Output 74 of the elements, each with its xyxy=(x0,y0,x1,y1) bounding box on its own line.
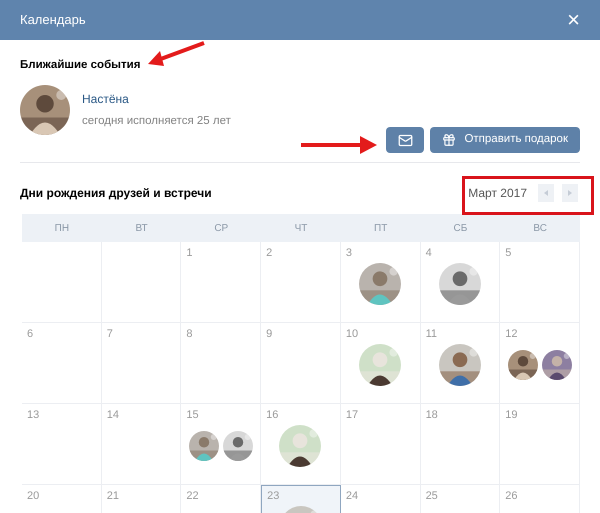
day-number: 19 xyxy=(505,408,519,423)
calendar-day-cell[interactable]: 23 xyxy=(261,485,341,513)
day-number: 23 xyxy=(267,489,280,504)
day-number: 20 xyxy=(27,489,40,504)
calendar-day-cell[interactable]: 7 xyxy=(102,323,182,404)
day-number: 2 xyxy=(266,246,274,261)
calendar-day-cell[interactable]: 3 xyxy=(340,242,421,323)
send-gift-button[interactable]: Отправить подарок xyxy=(430,127,580,153)
window-title: Календарь xyxy=(20,11,86,30)
calendar-day-cell[interactable]: 16 xyxy=(261,404,341,485)
weekday-header: ПТ xyxy=(373,222,388,236)
weekday-header: СР xyxy=(213,222,230,236)
day-number: 9 xyxy=(266,327,274,342)
day-number: 1 xyxy=(186,246,194,261)
weekday-header: ВС xyxy=(532,222,548,236)
calendar-day-cell[interactable]: 8 xyxy=(181,323,262,404)
calendar-day-cell[interactable]: 9 xyxy=(261,323,341,404)
weekday-header: СБ xyxy=(452,222,468,236)
next-month-button[interactable] xyxy=(562,184,578,202)
mail-icon xyxy=(398,132,413,148)
friend-name-link[interactable]: Настёна xyxy=(82,90,231,108)
day-number: 16 xyxy=(266,408,280,423)
calendar-day-cell[interactable]: 2 xyxy=(261,242,341,323)
section-title: Ближайшие события xyxy=(20,58,142,73)
message-button[interactable] xyxy=(386,127,424,153)
calendar-day-cell[interactable]: 15 xyxy=(181,404,262,485)
calendar-day-cell[interactable]: 10 xyxy=(340,323,421,404)
day-number: 18 xyxy=(426,408,439,423)
previous-month-button[interactable] xyxy=(538,184,554,202)
weekday-header: ВТ xyxy=(134,222,149,236)
day-number: 4 xyxy=(426,246,433,261)
calendar-day-cell[interactable]: 24 xyxy=(340,485,421,513)
calendar-day-cell[interactable]: 21 xyxy=(102,485,182,513)
calendar-day-cell[interactable]: 25 xyxy=(420,485,500,513)
day-number: 11 xyxy=(426,327,438,342)
day-number: 13 xyxy=(27,408,40,423)
calendar-day-cell[interactable]: 11 xyxy=(420,323,500,404)
calendar-day-cell[interactable]: 13 xyxy=(22,404,102,485)
close-button[interactable]: × xyxy=(567,9,580,31)
weekday-header: ПН xyxy=(54,222,70,236)
left-triangle-icon xyxy=(544,190,548,196)
calendar-day-cell[interactable]: 5 xyxy=(500,242,580,323)
calendar-day-cell[interactable]: 20 xyxy=(22,485,102,513)
calendar-day-cell[interactable]: 14 xyxy=(102,404,182,485)
month-label: Март 2017 xyxy=(468,185,527,202)
day-number: 24 xyxy=(346,489,360,504)
event-description: сегодня исполняется 25 лет xyxy=(82,114,231,129)
day-number: 21 xyxy=(106,489,120,504)
day-number: 8 xyxy=(186,327,194,342)
calendar-day-cell[interactable]: 17 xyxy=(340,404,421,485)
day-number: 7 xyxy=(106,327,114,342)
calendar-day-cell[interactable]: 12 xyxy=(500,323,580,404)
day-number: 3 xyxy=(346,246,353,261)
arrow-drawing xyxy=(146,40,206,68)
calendar-day-cell[interactable]: 26 xyxy=(500,485,580,513)
calendar-day-cell[interactable]: 6 xyxy=(22,323,102,404)
gift-icon xyxy=(442,133,456,147)
day-number: 5 xyxy=(505,246,512,261)
right-triangle-icon xyxy=(568,190,572,196)
day-number: 22 xyxy=(186,489,200,504)
calendar-day-cell[interactable]: 4 xyxy=(420,242,500,323)
day-number: 17 xyxy=(346,408,360,423)
weekday-header: ЧТ xyxy=(294,222,308,236)
day-number: 12 xyxy=(505,327,519,342)
section-title: Дни рождения друзей и встречи xyxy=(20,185,212,202)
day-number: 14 xyxy=(106,408,120,423)
calendar-day-cell[interactable]: 1 xyxy=(181,242,262,323)
calendar-day-cell[interactable]: 18 xyxy=(420,404,500,485)
day-number: 15 xyxy=(186,408,200,423)
calendar-day-cell[interactable]: 19 xyxy=(500,404,580,485)
day-number: 10 xyxy=(346,327,360,342)
day-number: 26 xyxy=(505,489,519,504)
day-number: 6 xyxy=(27,327,34,342)
day-number: 25 xyxy=(426,489,439,504)
